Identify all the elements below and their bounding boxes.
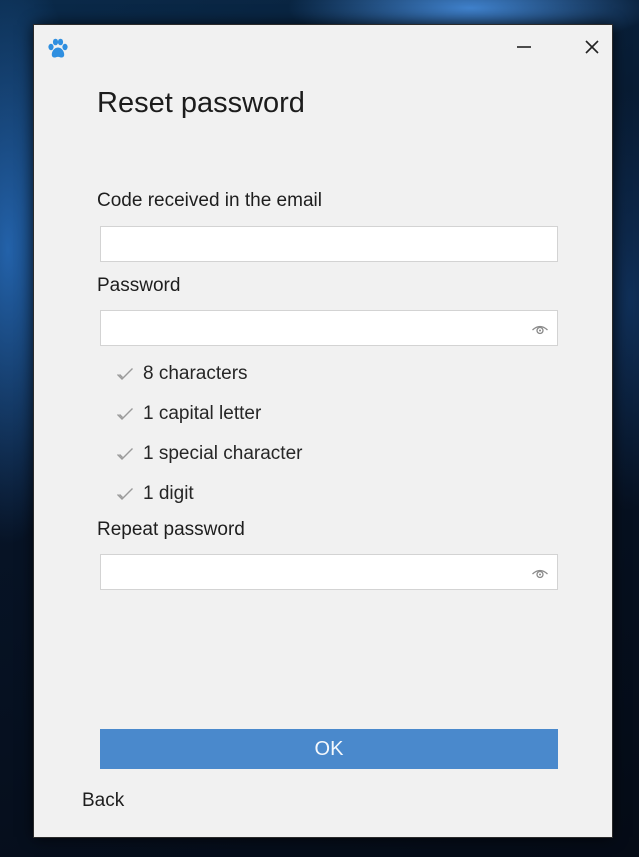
paw-icon [46, 38, 70, 60]
check-icon [116, 367, 134, 381]
rule-capital-letter: 1 capital letter [116, 401, 261, 427]
rule-digit: 1 digit [116, 481, 194, 507]
eye-icon[interactable] [531, 320, 549, 338]
password-label: Password [97, 275, 181, 296]
rule-text: 1 capital letter [143, 403, 262, 424]
password-field[interactable] [100, 310, 558, 346]
minimize-button[interactable] [504, 33, 544, 65]
rule-special-character: 1 special character [116, 441, 302, 467]
close-icon [584, 39, 600, 60]
code-label: Code received in the email [97, 190, 322, 211]
back-link[interactable]: Back [82, 790, 124, 812]
close-button[interactable] [572, 33, 612, 65]
code-input[interactable] [101, 227, 557, 261]
title-bar[interactable] [34, 25, 612, 73]
password-input[interactable] [101, 311, 557, 345]
repeat-password-input[interactable] [101, 555, 557, 589]
rule-text: 1 special character [143, 443, 303, 464]
rule-text: 8 characters [143, 363, 248, 384]
page-title: Reset password [97, 87, 305, 119]
check-icon [116, 447, 134, 461]
minimize-icon [516, 39, 532, 60]
ok-button[interactable]: OK [100, 729, 558, 769]
reset-password-window: Reset password Code received in the emai… [34, 25, 612, 837]
rule-text: 1 digit [143, 483, 194, 504]
eye-icon[interactable] [531, 564, 549, 582]
check-icon [116, 407, 134, 421]
repeat-password-field[interactable] [100, 554, 558, 590]
rule-8-characters: 8 characters [116, 361, 248, 387]
code-field[interactable] [100, 226, 558, 262]
repeat-password-label: Repeat password [97, 519, 245, 540]
check-icon [116, 487, 134, 501]
